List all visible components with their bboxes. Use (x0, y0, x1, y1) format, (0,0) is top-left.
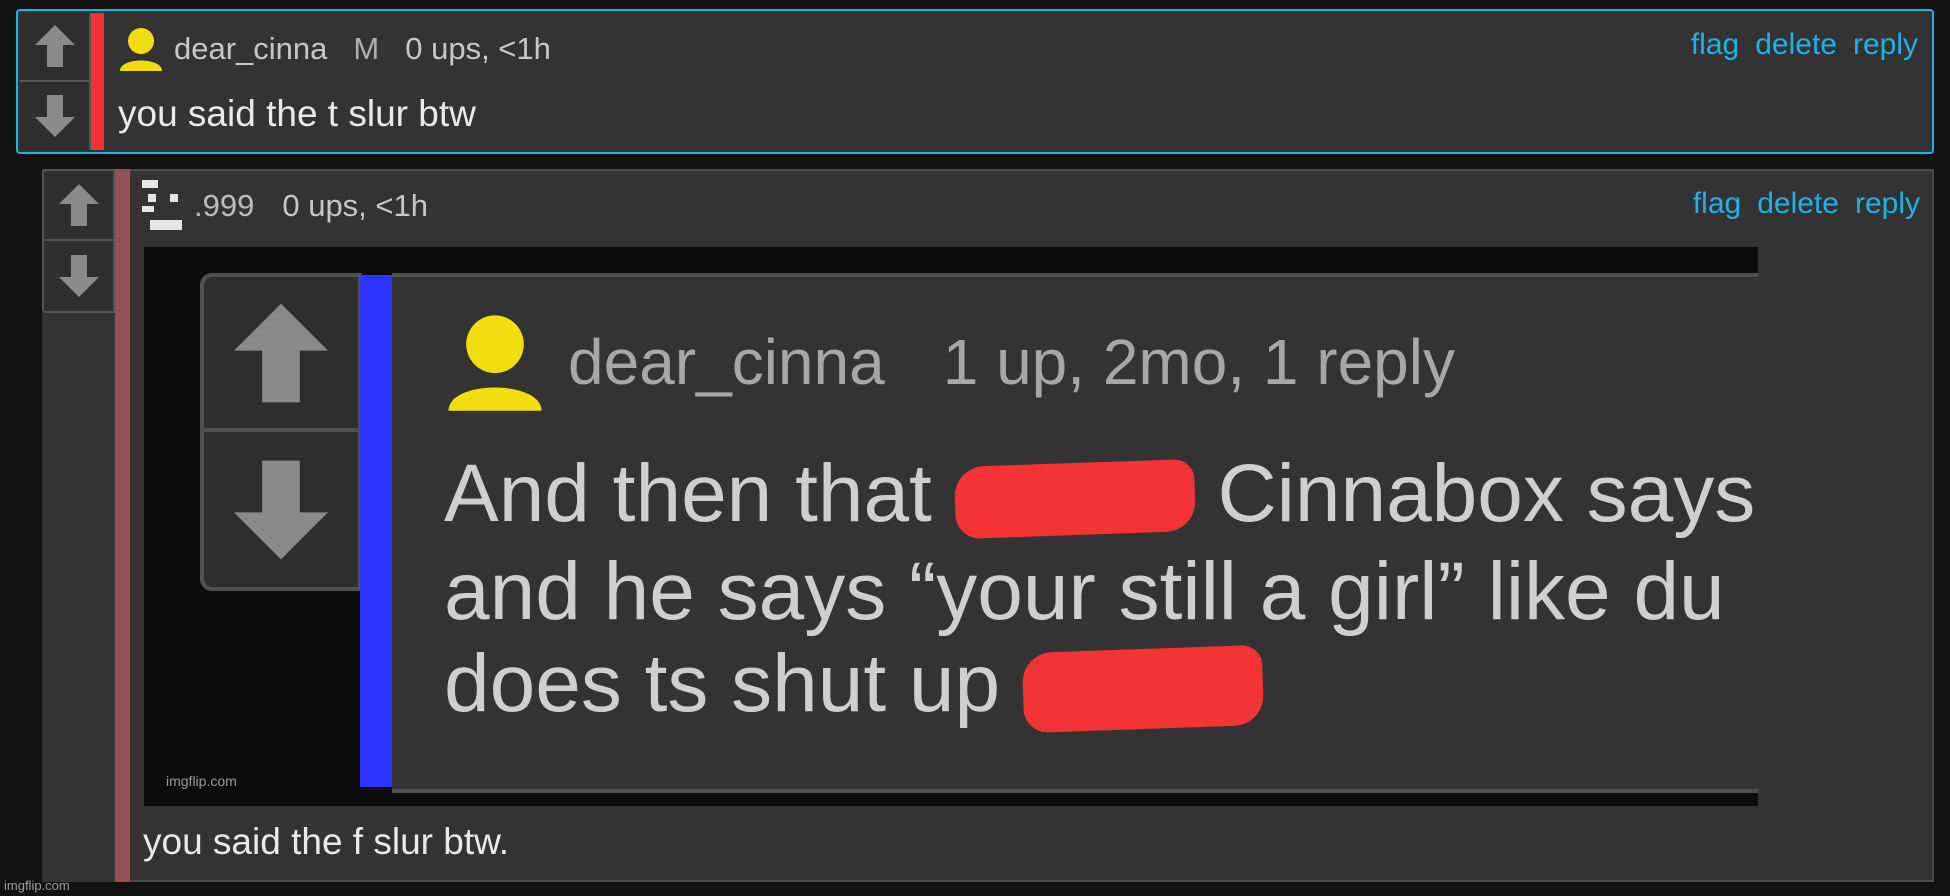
embedded-line-3: does ts shut up (444, 637, 1265, 734)
username-link[interactable]: .999 (194, 188, 254, 224)
vote-box (42, 169, 115, 313)
redaction-scribble (953, 459, 1196, 540)
flag-link[interactable]: flag (1693, 187, 1741, 221)
embedded-line-3-text: does ts shut up (444, 638, 1001, 729)
username-link[interactable]: dear_cinna (174, 31, 327, 67)
embedded-line-2: and he says “your still a girl” like du (444, 546, 1725, 637)
comment-body: you said the f slur btw. (143, 821, 510, 862)
embedded-comment-image[interactable]: dear_cinna 1 up, 2mo, 1 reply And then t… (144, 247, 1758, 806)
embedded-username: dear_cinna (568, 326, 885, 398)
comment-stats: 0 ups, <1h (405, 31, 551, 66)
arrow-down-icon (234, 460, 328, 559)
redaction-scribble (1021, 645, 1265, 734)
comment-stats: 0 ups, <1h (282, 188, 428, 223)
page-watermark: imgflip.com (4, 878, 70, 893)
comment-body: you said the t slur btw (118, 93, 476, 134)
arrow-up-icon (34, 25, 75, 68)
delete-link[interactable]: delete (1757, 187, 1839, 221)
vote-box (20, 13, 91, 150)
comment-accent-bar (115, 169, 130, 882)
comment-actions: flag delete reply (1691, 28, 1918, 62)
pixel-avatar-icon[interactable] (142, 180, 182, 232)
embedded-accent-bar (360, 275, 392, 787)
embedded-vote-box (200, 273, 362, 591)
embedded-comment-body: dear_cinna 1 up, 2mo, 1 reply And then t… (392, 273, 1758, 793)
flag-link[interactable]: flag (1691, 28, 1739, 62)
arrow-down-icon (58, 255, 99, 297)
comment-accent-bar (91, 13, 104, 150)
embedded-stats: 1 up, 2mo, 1 reply (942, 326, 1455, 398)
gender-label: M (353, 31, 380, 66)
arrow-up-icon (58, 184, 99, 226)
arrow-down-icon (34, 94, 75, 137)
downvote-button[interactable] (44, 241, 113, 311)
arrow-up-icon (234, 303, 328, 402)
embedded-comment: dear_cinna 1 up, 2mo, 1 reply And then t… (200, 273, 1758, 793)
delete-link[interactable]: delete (1755, 28, 1837, 62)
embedded-upvote (204, 277, 358, 432)
comment-meta: .999 0 ups, <1h (142, 180, 428, 230)
image-watermark: imgflip.com (166, 773, 237, 789)
upvote-button[interactable] (20, 13, 89, 82)
downvote-button[interactable] (20, 82, 89, 151)
upvote-button[interactable] (44, 171, 113, 241)
embedded-meta: dear_cinna 1 up, 2mo, 1 reply (444, 313, 1455, 411)
comment-1: dear_cinna M 0 ups, <1h flag delete repl… (16, 9, 1934, 154)
reply-link[interactable]: reply (1853, 28, 1918, 62)
embedded-line-1-end: Cinnabox says (1217, 448, 1756, 539)
reply-link[interactable]: reply (1855, 187, 1920, 221)
user-avatar-icon (448, 315, 542, 411)
comment-meta: dear_cinna M 0 ups, <1h (118, 27, 551, 71)
embedded-line-1-start: And then that (444, 448, 932, 539)
comment-2: .999 0 ups, <1h flag delete reply dear_c… (42, 169, 1934, 882)
embedded-line-1: And then that Cinnabox says (444, 447, 1755, 541)
comment-actions: flag delete reply (1693, 187, 1920, 221)
embedded-downvote (204, 432, 358, 587)
user-avatar-icon[interactable] (118, 27, 164, 71)
